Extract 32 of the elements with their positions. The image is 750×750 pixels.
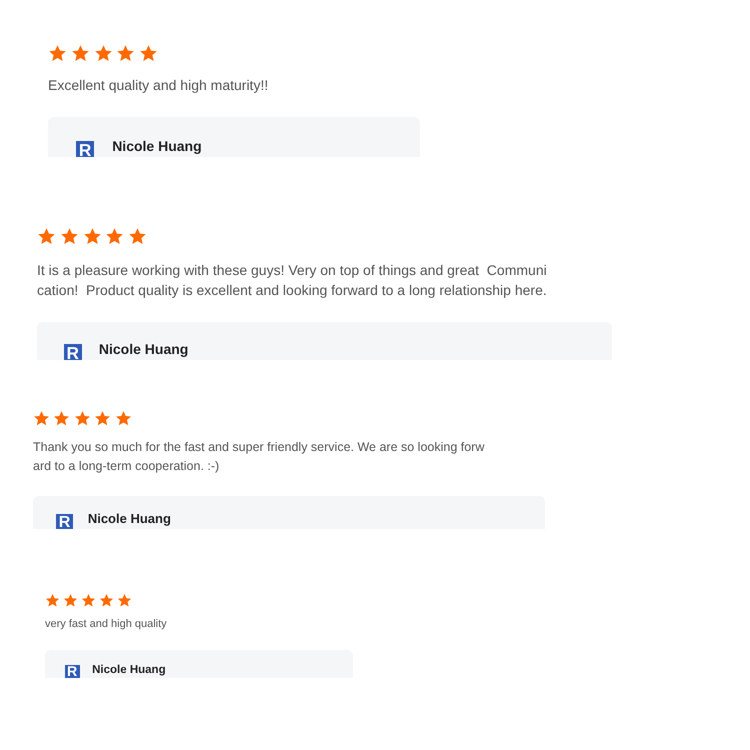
star-icon (53, 410, 70, 427)
star-icon (99, 593, 114, 608)
company-logo: R (64, 344, 82, 360)
star-icon (94, 410, 112, 427)
star-icon (33, 410, 50, 427)
star-icon (37, 227, 56, 246)
star-icon (81, 593, 96, 608)
star-icon (94, 44, 113, 63)
star-icon (60, 227, 79, 246)
star-icon (45, 593, 60, 608)
author-name: Nicole Huang (88, 511, 171, 526)
star-icon (82, 227, 102, 246)
star-icon (48, 44, 67, 63)
company-logo: R (56, 514, 73, 529)
author-name: Nicole Huang (112, 138, 202, 154)
review-text: Thank you so much for the fast and super friendly service. We are so looking forw ard to a long-term cooperation. :-) (33, 439, 484, 475)
star-icon (63, 593, 78, 608)
company-logo: R (76, 140, 94, 157)
review-text: It is a pleasure working with these guys! Very on top of things and great Communi cation! Product quality is excellent and looking forward to a long relationship here. (37, 261, 547, 300)
star-icon (128, 227, 148, 246)
star-icon (116, 44, 136, 63)
star-icon (74, 410, 91, 427)
star-icon (139, 44, 158, 63)
review-text: very fast and high quality (45, 617, 167, 631)
star-icon (105, 227, 124, 246)
review-text: Excellent quality and high maturity!! (48, 76, 268, 95)
star-icon (70, 44, 90, 63)
star-icon (114, 410, 132, 427)
star-icon (117, 593, 132, 608)
author-name: Nicole Huang (98, 341, 188, 358)
company-logo: R (64, 665, 80, 678)
author-name: Nicole Huang (92, 664, 166, 676)
